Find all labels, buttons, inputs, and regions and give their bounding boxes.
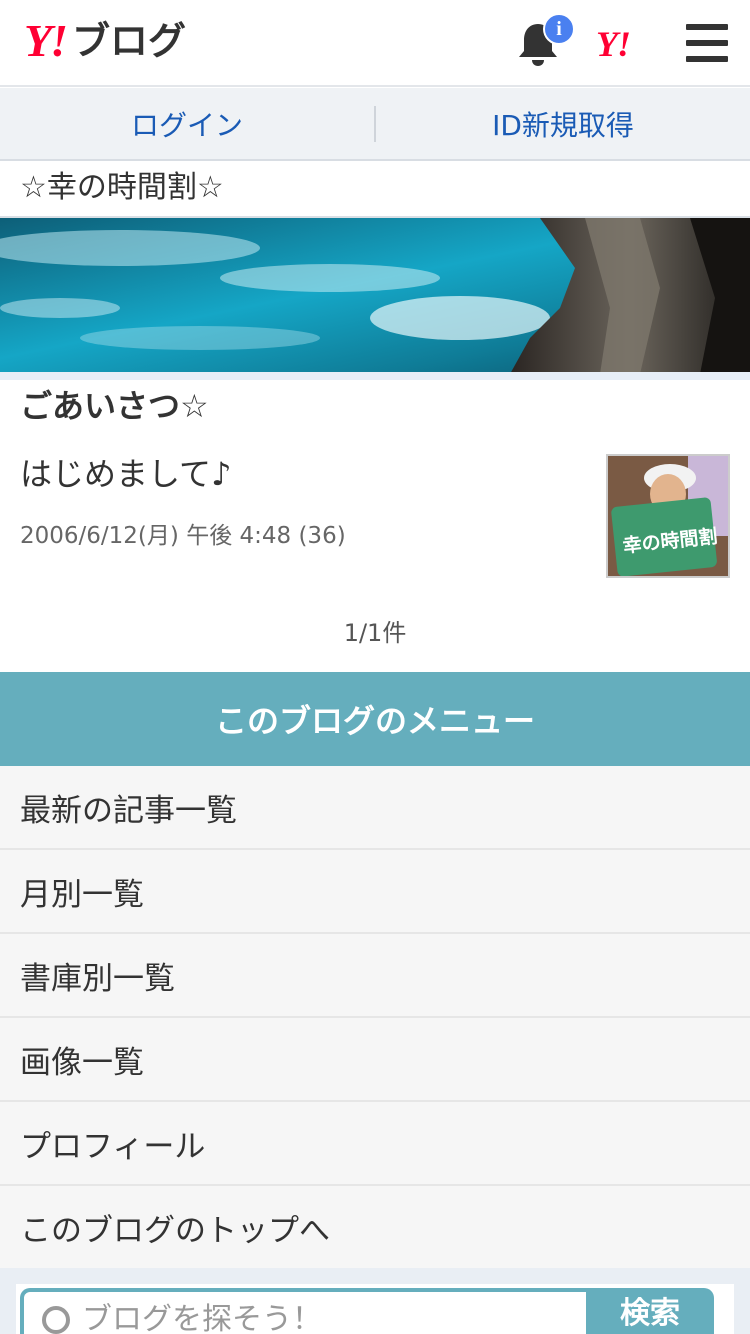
menu-item-category-list[interactable]: 書庫別一覧 [0,934,750,1018]
article-thumbnail[interactable]: 幸の時間割 [606,454,730,578]
menu-item-monthly-list[interactable]: 月別一覧 [0,850,750,934]
banner-divider [0,372,750,380]
login-link[interactable]: ログイン [0,88,374,159]
yahoo-blog-logo[interactable]: Y! ブログ [24,16,186,66]
yahoo-top-link[interactable]: Y! [596,24,631,64]
menu-item-latest-articles[interactable]: 最新の記事一覧 [0,766,750,850]
blog-menu-header: このブログのメニュー [0,672,750,766]
logo-mark: Y! [24,15,68,66]
logo-text: ブログ [72,19,187,63]
menu-item-blog-top[interactable]: このブログのトップへ [0,1186,750,1270]
signup-link[interactable]: ID新規取得 [376,88,750,159]
menu-item-image-list[interactable]: 画像一覧 [0,1018,750,1102]
search-placeholder: ブログを探そう！ [82,1302,322,1334]
menu-icon[interactable] [686,24,728,62]
article-title[interactable]: はじめまして♪ [20,454,231,494]
search-area: ブログを探そう！ 検索 [0,1268,750,1334]
blog-menu-list: 最新の記事一覧 月別一覧 書庫別一覧 画像一覧 プロフィール このブログのトップ… [0,766,750,1270]
blog-title[interactable]: ☆幸の時間割☆ [20,168,224,208]
search-icon [42,1306,70,1334]
article-meta: 2006/6/12(月) 午後 4:48 (36) [20,523,346,549]
category-heading[interactable]: ごあいさつ☆ [20,386,209,426]
menu-item-profile[interactable]: プロフィール [0,1102,750,1186]
auth-bar: ログイン ID新規取得 [0,88,750,161]
blog-banner-image [0,216,750,372]
app-header: Y! ブログ i Y! [0,0,750,87]
search-input[interactable]: ブログを探そう！ [20,1288,590,1334]
pager: 1/1件 [343,619,407,647]
search-button[interactable]: 検索 [586,1288,714,1334]
notification-badge: i [543,13,575,45]
